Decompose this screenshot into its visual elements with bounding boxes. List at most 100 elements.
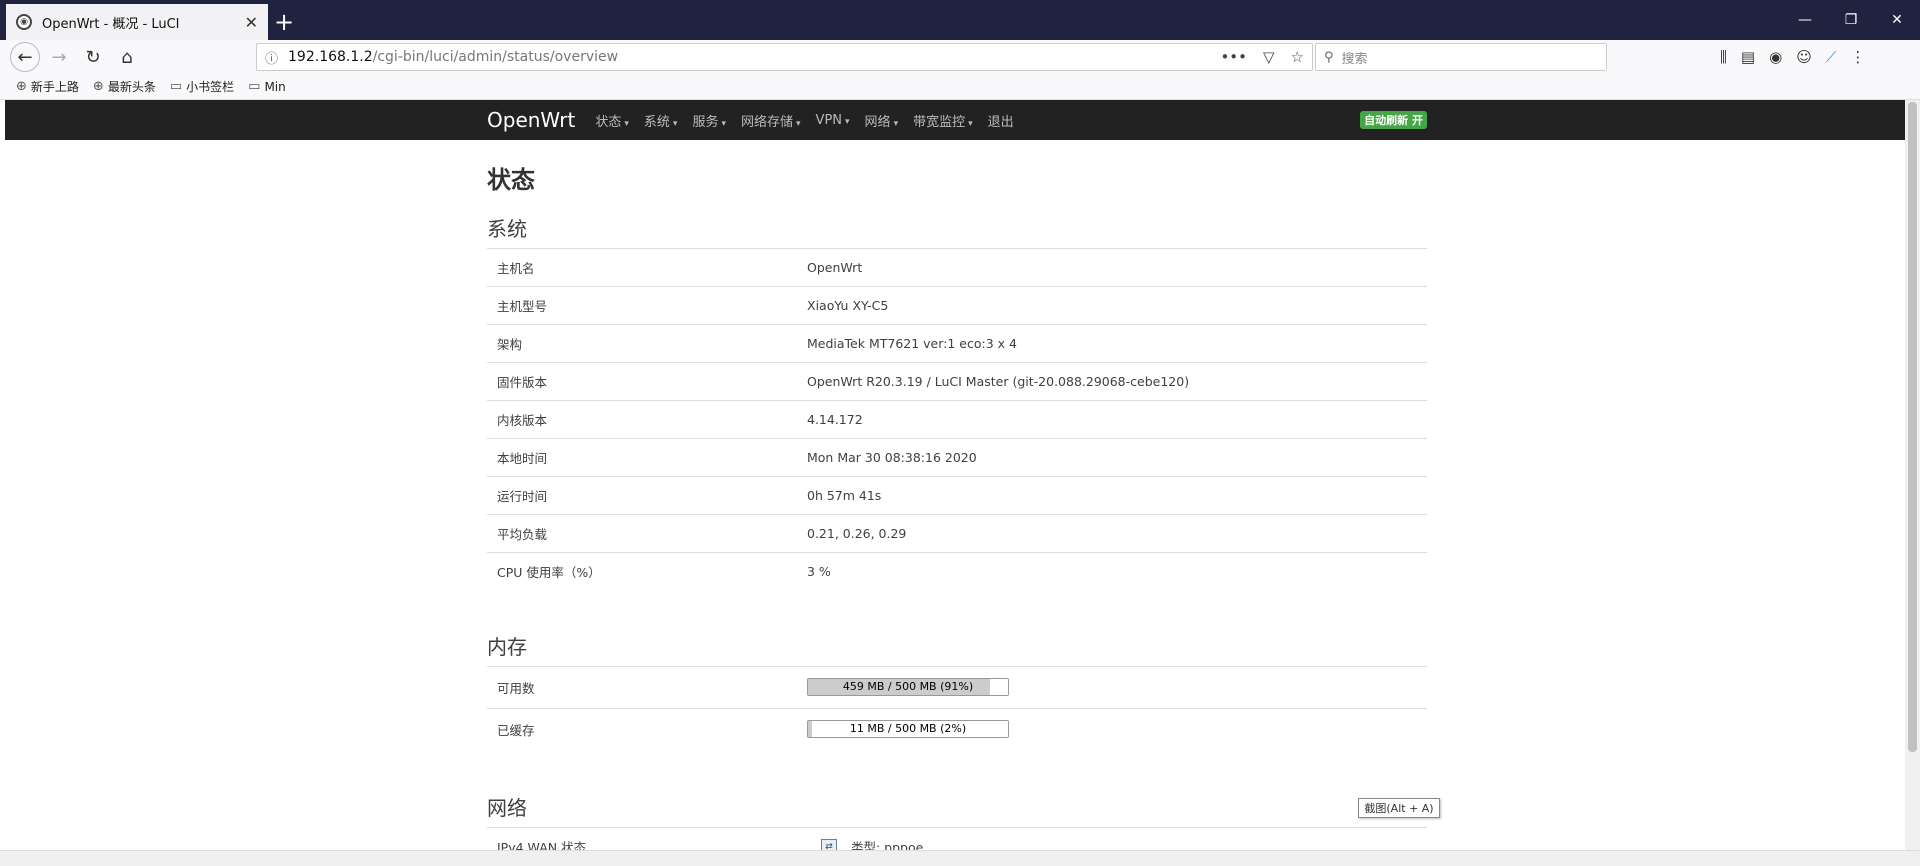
menu-icon[interactable]: ⋮ [1850,48,1865,66]
progress-text: 459 MB / 500 MB (91%) [842,680,974,693]
row-label: 平均负载 [487,514,797,553]
close-window-icon[interactable]: ✕ [1874,0,1920,40]
row-value: OpenWrt [797,248,1427,287]
account-icon[interactable]: ◉ [1769,48,1782,66]
back-button[interactable]: ← [10,42,40,72]
section-title-network: 网络 [487,796,527,820]
table-row: 本地时间 Mon Mar 30 08:38:16 2020 [487,438,1427,477]
row-value: OpenWrt R20.3.19 / LuCI Master (git-20.0… [797,362,1427,401]
caret-down-icon: ▾ [721,118,726,129]
browser-tab-active[interactable]: ◉ OpenWrt - 概况 - LuCI ✕ [6,4,268,40]
bookmark-item[interactable]: ⊕ 最新头条 [93,78,156,95]
browser-navbar: ← → ↻ ⌂ ⓘ 192.168.1.2 /cgi-bin/luci/admi… [0,40,1920,74]
pocket-icon[interactable]: ▽ [1263,48,1275,66]
main-content: 状态 系统 主机名 OpenWrt 主机型号 XiaoYu XY-C5 架构 MediaT… [487,160,1427,850]
folder-icon: ▭ [169,79,183,94]
row-label: 主机型号 [487,286,797,325]
url-host: 192.168.1.2 [288,49,373,65]
menu-status[interactable]: 状态 ▾ [595,111,629,130]
browser-titlebar: ◉ OpenWrt - 概况 - LuCI ✕ + — ❐ ✕ [0,0,1920,40]
wan-status-label: IPv4 WAN 状态 [487,827,797,850]
search-placeholder: 搜索 [1341,51,1368,67]
sidebar-icon[interactable]: ▤ [1741,48,1755,66]
horizontal-scrollbar[interactable] [0,850,1920,866]
url-bar[interactable]: ⓘ 192.168.1.2 /cgi-bin/luci/admin/status… [256,43,1313,71]
profile-icon[interactable]: ☺ [1796,48,1812,66]
new-tab-button[interactable]: + [268,4,300,40]
menu-logout[interactable]: 退出 [988,111,1014,130]
auto-refresh-badge[interactable]: 自动刷新 开 [1360,111,1427,129]
bookmarks-bar: ⊕ 新手上路 ⊕ 最新头条 ▭ 小书签栏 ▭ Min [0,74,1920,100]
row-value: Mon Mar 30 08:38:16 2020 [797,438,1427,477]
menu-system[interactable]: 系统 ▾ [644,111,678,130]
table-row: 已缓存 11 MB / 500 MB (2%) [487,707,1427,750]
table-row: 主机名 OpenWrt [487,248,1427,287]
row-label: 已缓存 [487,707,797,750]
page-actions-icon[interactable]: ••• [1220,48,1247,66]
row-label: 本地时间 [487,438,797,477]
system-table: 主机名 OpenWrt 主机型号 XiaoYu XY-C5 架构 MediaTek MT7… [487,248,1427,591]
row-value: MediaTek MT7621 ver:1 eco:3 x 4 [797,324,1427,363]
url-actions: ••• ▽ ☆ [1220,48,1304,66]
globe-icon: ⊕ [92,79,104,94]
row-label: 主机名 [487,248,797,287]
restore-icon[interactable]: ❐ [1828,0,1874,40]
wan-type: ⇄ 类型: pppoe [807,837,1417,850]
site-info-icon[interactable]: ⓘ [265,48,278,67]
vertical-scrollbar[interactable] [1905,100,1920,850]
bookmark-folder[interactable]: ▭ 小书签栏 [170,78,234,95]
table-row: 可用数 459 MB / 500 MB (91%) [487,665,1427,708]
table-row: 平均负载 0.21, 0.26, 0.29 [487,514,1427,553]
tab-close-icon[interactable]: ✕ [245,13,258,32]
menu-services[interactable]: 服务 ▾ [692,111,726,130]
forward-button[interactable]: → [44,42,74,72]
folder-icon: ▭ [248,79,261,94]
page-title: 状态 [487,166,535,194]
network-interface-icon: ⇄ [821,838,837,850]
scrollbar-thumb[interactable] [1908,102,1917,752]
library-icon[interactable]: ⫼ [1720,48,1727,66]
wan-type-value: 类型: pppoe [851,840,924,850]
caret-down-icon: ▾ [968,118,973,129]
progress-text: 11 MB / 500 MB (2%) [849,722,967,736]
memory-progress-bar: 459 MB / 500 MB (91%) [807,678,1009,696]
caret-down-icon: ▾ [893,118,899,129]
table-row: 固件版本 OpenWrt R20.3.19 / LuCI Master (git-… [487,362,1427,401]
caret-down-icon: ▾ [796,118,801,129]
reload-button[interactable]: ↻ [78,42,108,72]
menu-bandwidth[interactable]: 带宽监控 ▾ [913,111,973,130]
url-path: /cgi-bin/luci/admin/status/overview [372,49,619,65]
bookmark-star-icon[interactable]: ☆ [1291,48,1304,66]
menu-network[interactable]: 网络 ▾ [865,111,899,130]
toolbar-icons: ⫼ ▤ ◉ ☺ ⟋ ⋮ [1720,40,1865,74]
table-row: IPv4 WAN 状态 ⇄ 类型: pppoe [487,827,1427,850]
extension-icon[interactable]: ⟋ [1826,48,1837,66]
memory-table: 可用数 459 MB / 500 MB (91%) 已缓存 11 MB / 500 M… [487,665,1427,750]
caret-down-icon: ▾ [672,118,678,129]
tab-title: OpenWrt - 概况 - LuCI [42,16,180,32]
section-title-system: 系统 [487,217,527,241]
minimize-icon[interactable]: — [1782,0,1828,40]
screenshot-tooltip: 截图(Alt + A) [1358,798,1440,818]
row-value: XiaoYu XY-C5 [797,286,1427,325]
bookmark-item[interactable]: ⊕ 新手上路 [16,78,79,95]
row-label: 内核版本 [487,400,797,439]
menu-nas[interactable]: 网络存储 ▾ [741,111,801,130]
row-label: CPU 使用率（%） [487,552,797,591]
menu-vpn[interactable]: VPN ▾ [816,113,850,128]
bookmark-folder[interactable]: ▭ Min [248,79,286,94]
row-value: 0.21, 0.26, 0.29 [797,514,1427,553]
site-favicon-icon: ◉ [16,14,32,30]
network-table: IPv4 WAN 状态 ⇄ 类型: pppoe [487,827,1427,850]
table-row: 内核版本 4.14.172 [487,400,1427,439]
memory-progress-bar: 11 MB / 500 MB (2%) [807,720,1009,739]
globe-icon: ⊕ [16,79,27,94]
search-icon: ⚲ [1324,49,1334,65]
brand-logo[interactable]: OpenWrt [487,108,575,132]
page-viewport: OpenWrt 状态 ▾ 系统 ▾ 服务 ▾ 网络存储 ▾ VPN ▾ 网络 ▾ 带宽监控 ▾… [5,100,1905,850]
table-row: 架构 MediaTek MT7621 ver:1 eco:3 x 4 [487,324,1427,363]
home-button[interactable]: ⌂ [112,42,142,72]
search-input[interactable]: ⚲ 搜索 [1315,43,1607,71]
table-row: CPU 使用率（%） 3 % [487,552,1427,591]
luci-header: OpenWrt 状态 ▾ 系统 ▾ 服务 ▾ 网络存储 ▾ VPN ▾ 网络 ▾ 带宽监控 ▾… [5,100,1905,140]
